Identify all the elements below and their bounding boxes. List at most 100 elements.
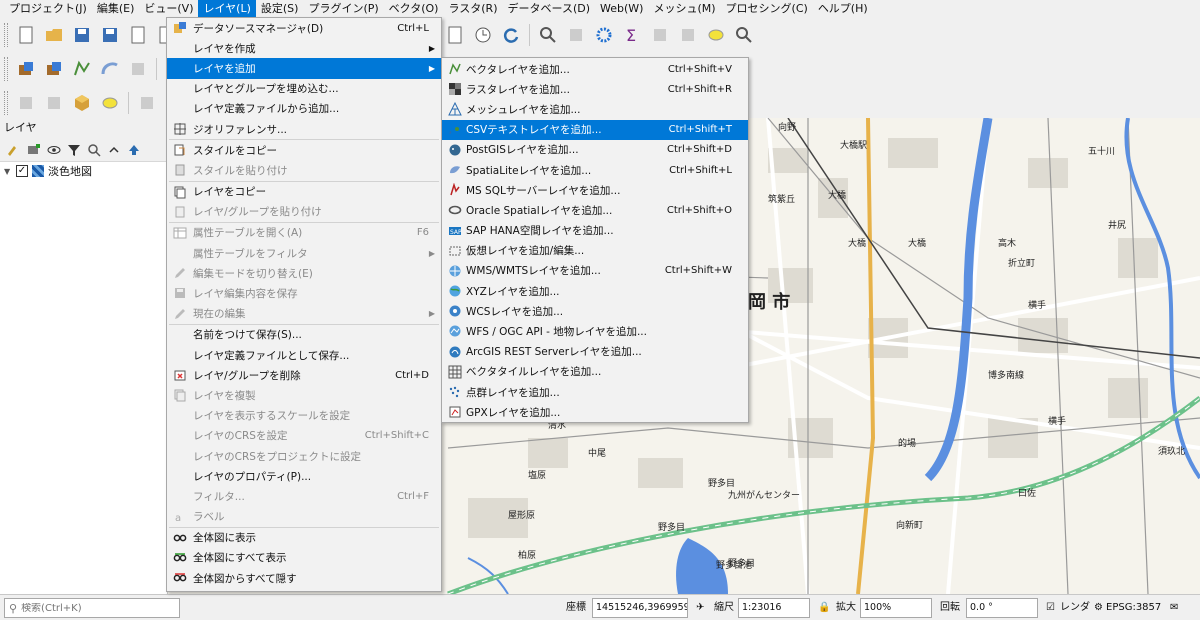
deselect-icon[interactable] bbox=[43, 92, 65, 114]
add-layer-menu-item-0[interactable]: ベクタレイヤを追加... Ctrl+Shift+V bbox=[442, 59, 748, 79]
select-location-icon[interactable] bbox=[71, 92, 93, 114]
filter-legend-icon[interactable] bbox=[86, 142, 102, 158]
eye-icon[interactable] bbox=[46, 142, 62, 158]
layer-menu-item-21[interactable]: レイヤ/グループを削除 Ctrl+D bbox=[167, 365, 441, 385]
layer-menu-item-30[interactable]: 全体図に表示 bbox=[167, 528, 441, 548]
add-group-icon[interactable] bbox=[26, 142, 42, 158]
menu-item-label: WMS/WMTSレイヤを追加... bbox=[466, 265, 601, 278]
add-layer-menu-item-11[interactable]: XYZレイヤを追加... bbox=[442, 281, 748, 301]
menu-8[interactable]: データベース(D) bbox=[503, 0, 596, 18]
layer-menu-item-7[interactable]: スタイルをコピー bbox=[167, 140, 441, 160]
menu-item-label: XYZレイヤを追加... bbox=[466, 285, 560, 298]
vertex-tool-icon[interactable] bbox=[136, 92, 158, 114]
scale-field[interactable]: 1:23016 bbox=[738, 598, 810, 618]
layer-menu-item-2[interactable]: レイヤを追加 ▶ bbox=[167, 58, 441, 79]
render-checkbox[interactable]: ☑ bbox=[1046, 599, 1055, 617]
new-shapefile-icon[interactable] bbox=[71, 58, 93, 80]
open-project-icon[interactable] bbox=[43, 24, 65, 46]
new-spatialite-icon[interactable] bbox=[99, 58, 121, 80]
messages-icon[interactable]: ✉ bbox=[1170, 599, 1178, 617]
layer-menu-item-10[interactable]: レイヤをコピー bbox=[167, 182, 441, 202]
menu-3[interactable]: レイヤ(L) bbox=[198, 0, 256, 18]
add-layer-menu-item-10[interactable]: WMS/WMTSレイヤを追加... Ctrl+Shift+W bbox=[442, 261, 748, 281]
layer-menu-item-5[interactable]: ジオリファレンサ... bbox=[167, 119, 441, 139]
lock-icon[interactable]: 🔒 bbox=[818, 599, 830, 617]
layer-item[interactable]: ▼ ✓ 淡色地図 bbox=[0, 162, 167, 180]
add-layer-menu-item-16[interactable]: 点群レイヤを追加... bbox=[442, 382, 748, 402]
print-layout-icon[interactable] bbox=[127, 24, 149, 46]
add-layer-menu-item-5[interactable]: SpatiaLiteレイヤを追加... Ctrl+Shift+L bbox=[442, 160, 748, 180]
add-layer-menu-item-9[interactable]: 仮想レイヤを追加/編集... bbox=[442, 241, 748, 261]
layer-menu-item-4[interactable]: レイヤ定義ファイルから追加... bbox=[167, 99, 441, 119]
identify-icon[interactable] bbox=[537, 24, 559, 46]
search-tool-icon[interactable] bbox=[733, 24, 755, 46]
crs-button[interactable]: EPSG:3857 bbox=[1106, 599, 1161, 617]
save-as-icon[interactable] bbox=[99, 24, 121, 46]
layer-menu-item-31[interactable]: 全体図にすべて表示 bbox=[167, 548, 441, 568]
menu-10[interactable]: メッシュ(M) bbox=[648, 0, 720, 18]
menu-6[interactable]: ベクタ(O) bbox=[384, 0, 444, 18]
add-layer-menu-item-13[interactable]: WFS / OGC API - 地物レイヤを追加... bbox=[442, 321, 748, 341]
show-bookmarks-icon[interactable] bbox=[444, 24, 466, 46]
magnifier-field[interactable]: 100% bbox=[860, 598, 932, 618]
menu-0[interactable]: プロジェクト(J) bbox=[4, 0, 92, 18]
select-value-icon[interactable] bbox=[99, 92, 121, 114]
add-layer-menu-item-12[interactable]: WCSレイヤを追加... bbox=[442, 301, 748, 321]
filter-icon[interactable] bbox=[66, 142, 82, 158]
new-temp-layer-icon[interactable] bbox=[127, 58, 149, 80]
open-style-icon[interactable] bbox=[6, 142, 22, 158]
menu-12[interactable]: ヘルプ(H) bbox=[813, 0, 873, 18]
menu-1[interactable]: 編集(E) bbox=[92, 0, 140, 18]
search-input[interactable] bbox=[21, 602, 162, 614]
layer-menu-item-3[interactable]: レイヤとグループを埋め込む... bbox=[167, 79, 441, 99]
data-source-icon[interactable] bbox=[15, 58, 37, 80]
new-project-icon[interactable] bbox=[15, 24, 37, 46]
settings-gear-icon[interactable] bbox=[593, 24, 615, 46]
toolbar-grip[interactable] bbox=[4, 23, 8, 47]
add-layer-menu-item-14[interactable]: ArcGIS REST Serverレイヤを追加... bbox=[442, 342, 748, 362]
open-table-icon[interactable] bbox=[649, 24, 671, 46]
add-layer-menu-item-2[interactable]: メッシュレイヤを追加... bbox=[442, 99, 748, 119]
menu-7[interactable]: ラスタ(R) bbox=[443, 0, 502, 18]
menu-9[interactable]: Web(W) bbox=[595, 0, 648, 18]
menu-11[interactable]: プロセシング(C) bbox=[721, 0, 813, 18]
overview-icon bbox=[173, 531, 187, 545]
crs-icon[interactable]: ⚙ bbox=[1094, 599, 1103, 617]
layer-menu-item-32[interactable]: 全体図からすべて隠す bbox=[167, 568, 441, 588]
layer-menu-item-0[interactable]: データソースマネージャ(D) Ctrl+L bbox=[167, 18, 441, 38]
layer-menu-item-20[interactable]: レイヤ定義ファイルとして保存... bbox=[167, 345, 441, 365]
add-layer-menu-item-7[interactable]: Oracle Spatialレイヤを追加... Ctrl+Shift+O bbox=[442, 200, 748, 220]
statistics-icon[interactable]: Σ bbox=[621, 24, 643, 46]
temporal-icon[interactable] bbox=[472, 24, 494, 46]
menu-4[interactable]: 設定(S) bbox=[256, 0, 304, 18]
add-layer-menu-item-1[interactable]: ラスタレイヤを追加... Ctrl+Shift+R bbox=[442, 79, 748, 99]
new-geopackage-icon[interactable] bbox=[43, 58, 65, 80]
add-layer-menu-item-17[interactable]: GPXレイヤを追加... bbox=[442, 402, 748, 422]
layer-menu-item-26[interactable]: レイヤのプロパティ(P)... bbox=[167, 466, 441, 486]
annotation-icon[interactable] bbox=[705, 24, 727, 46]
expand-all-icon[interactable] bbox=[106, 142, 122, 158]
layer-menu-item-1[interactable]: レイヤを作成 ▶ bbox=[167, 38, 441, 58]
add-layer-menu-item-3[interactable]: , CSVテキストレイヤを追加... Ctrl+Shift+T bbox=[442, 119, 748, 140]
select-feature-icon[interactable] bbox=[15, 92, 37, 114]
menu-2[interactable]: ビュー(V) bbox=[139, 0, 198, 18]
save-project-icon[interactable] bbox=[71, 24, 93, 46]
toolbar-grip[interactable] bbox=[4, 57, 8, 81]
add-layer-menu-item-6[interactable]: MS SQLサーバーレイヤを追加... bbox=[442, 180, 748, 200]
layer-visibility-checkbox[interactable]: ✓ bbox=[16, 165, 28, 177]
attribute-table-icon[interactable] bbox=[565, 24, 587, 46]
add-layer-menu-item-8[interactable]: SAP SAP HANA空間レイヤを追加... bbox=[442, 221, 748, 241]
move-up-icon[interactable] bbox=[126, 142, 142, 158]
toolbar-grip[interactable] bbox=[4, 91, 8, 115]
coordinate-field[interactable]: 14515246,3969959 bbox=[592, 598, 688, 618]
save-edits-icon bbox=[173, 286, 187, 300]
locator-search[interactable]: ⚲ bbox=[4, 598, 180, 618]
menu-5[interactable]: プラグイン(P) bbox=[303, 0, 383, 18]
layer-menu-item-19[interactable]: 名前をつけて保存(S)... bbox=[167, 325, 441, 345]
measure-icon[interactable] bbox=[677, 24, 699, 46]
collapse-arrow-icon[interactable]: ▼ bbox=[4, 167, 16, 176]
rotation-field[interactable]: 0.0 ° bbox=[966, 598, 1038, 618]
refresh-icon[interactable] bbox=[500, 24, 522, 46]
add-layer-menu-item-4[interactable]: PostGISレイヤを追加... Ctrl+Shift+D bbox=[442, 140, 748, 160]
add-layer-menu-item-15[interactable]: ベクタタイルレイヤを追加... bbox=[442, 362, 748, 382]
